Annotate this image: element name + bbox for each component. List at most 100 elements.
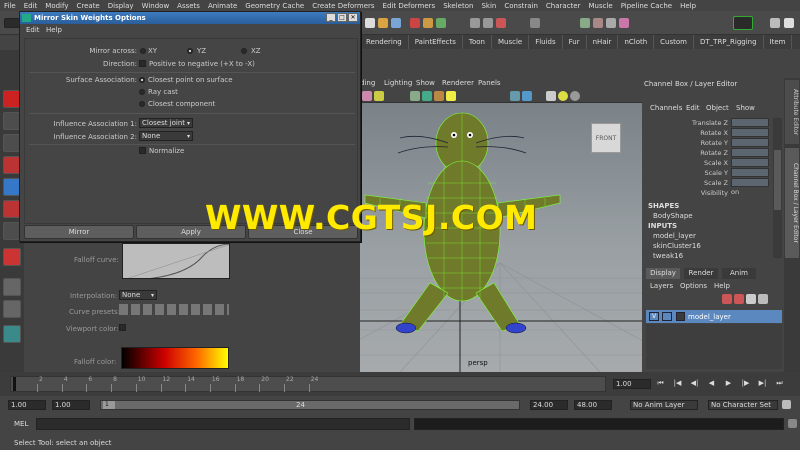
- layer-tab-anim[interactable]: Anim: [722, 268, 756, 279]
- step-back-frame-icon[interactable]: ◀|: [690, 379, 699, 388]
- time-slider[interactable]: 2 4 6 8 10 12 14 16 18 20 22 24 1.00 ⏮ |◀ ◀| ◀ ▶ |▶ ▶| ⏭: [0, 372, 800, 396]
- bookmark-icon[interactable]: [374, 91, 384, 101]
- motion-blur-icon[interactable]: [570, 91, 580, 101]
- input-node-tweak16[interactable]: tweak16: [653, 252, 683, 260]
- channel-value-field[interactable]: [731, 158, 769, 167]
- layer-tab-render[interactable]: Render: [684, 268, 718, 279]
- hypershade-icon[interactable]: [619, 18, 629, 28]
- layout-single-icon[interactable]: [3, 278, 21, 296]
- menu-item-animate[interactable]: Animate: [208, 2, 237, 10]
- layer-row[interactable]: V model_layer: [646, 310, 782, 323]
- go-to-start-icon[interactable]: ⏮: [656, 379, 665, 388]
- toggle-channelbox-icon[interactable]: [784, 18, 794, 28]
- close-window-button[interactable]: ✕: [348, 13, 358, 22]
- surface-closest-component-radio[interactable]: [139, 101, 145, 107]
- menu-item-modify[interactable]: Modify: [45, 2, 68, 10]
- mirror-xy-radio[interactable]: [140, 48, 146, 54]
- go-to-end-icon[interactable]: ⏭: [775, 379, 784, 388]
- render-settings-icon[interactable]: [606, 18, 616, 28]
- menu-item-file[interactable]: File: [4, 2, 16, 10]
- channel-row[interactable]: Visibility on: [642, 188, 772, 198]
- layer-color-swatch[interactable]: [676, 312, 685, 321]
- layer-options-icon[interactable]: [746, 294, 756, 304]
- channel-row[interactable]: Scale Y: [642, 168, 772, 178]
- menu-item-edit[interactable]: Edit: [24, 2, 38, 10]
- menu-item-create-deformers[interactable]: Create Deformers: [312, 2, 374, 10]
- channel-row[interactable]: Scale X: [642, 158, 772, 168]
- input-node-model_layer[interactable]: model_layer: [653, 232, 696, 240]
- start-time-field[interactable]: 1.00: [8, 400, 46, 410]
- channelbox-scrollbar[interactable]: [773, 118, 782, 258]
- channel-value-field[interactable]: [731, 178, 769, 187]
- shelf-tab-fur[interactable]: Fur: [563, 35, 587, 49]
- menu-item-muscle[interactable]: Muscle: [588, 2, 612, 10]
- viewport-menu-ding[interactable]: ding: [360, 79, 375, 87]
- channel-value-field[interactable]: [731, 128, 769, 137]
- select-by-object-icon[interactable]: [423, 18, 433, 28]
- layer-template-toggle[interactable]: [662, 312, 672, 321]
- channel-row[interactable]: Translate Z: [642, 118, 772, 128]
- shelf-tab-nhair[interactable]: nHair: [587, 35, 619, 49]
- layer-menu-options[interactable]: Options: [680, 282, 707, 290]
- channel-value-field[interactable]: on: [731, 188, 769, 197]
- xray-icon[interactable]: [510, 91, 520, 101]
- ipr-render-icon[interactable]: [593, 18, 603, 28]
- input-field-icon[interactable]: [733, 16, 753, 30]
- current-time-marker[interactable]: [13, 377, 16, 391]
- channelbox-layer-tab[interactable]: Channel Box / Layer Editor: [785, 148, 799, 258]
- shelf-tab-item[interactable]: Item: [764, 35, 793, 49]
- minimize-button[interactable]: _: [326, 13, 336, 22]
- viewport-color-checkbox[interactable]: [119, 324, 126, 331]
- menu-item-display[interactable]: Display: [108, 2, 134, 10]
- anim-layer-dropdown[interactable]: No Anim Layer: [630, 400, 698, 410]
- shelf-tab-rendering[interactable]: Rendering: [360, 35, 409, 49]
- layout-four-icon[interactable]: [3, 300, 21, 318]
- surface-closest-point-radio[interactable]: [139, 77, 145, 83]
- shelf-tab-muscle[interactable]: Muscle: [492, 35, 530, 49]
- textured-icon[interactable]: [434, 91, 444, 101]
- select-by-hierarchy-icon[interactable]: [410, 18, 420, 28]
- interpolation-dropdown[interactable]: None ▾: [119, 290, 157, 300]
- shelf-tab-toon[interactable]: Toon: [463, 35, 492, 49]
- toggle-sidebar-icon[interactable]: [770, 18, 780, 28]
- dialog-titlebar[interactable]: Mirror Skin Weights Options _ □ ✕: [20, 12, 360, 24]
- normalize-checkbox[interactable]: [139, 147, 146, 154]
- smooth-shade-icon[interactable]: [422, 91, 432, 101]
- new-scene-icon[interactable]: [365, 18, 375, 28]
- save-scene-icon[interactable]: [391, 18, 401, 28]
- channelbox-menu-show[interactable]: Show: [736, 104, 755, 112]
- direction-checkbox[interactable]: [139, 60, 146, 67]
- dialog-menu-edit[interactable]: Edit: [26, 26, 40, 34]
- influence-association-1-dropdown[interactable]: Closest joint ▾: [139, 118, 193, 128]
- shelf-tab-dt-trp-rigging[interactable]: DT_TRP_Rigging: [694, 35, 764, 49]
- viewport-menu-show[interactable]: Show: [416, 79, 435, 87]
- current-frame-field[interactable]: 1.00: [613, 379, 651, 389]
- camera-attr-icon[interactable]: [362, 91, 372, 101]
- falloff-color-ramp[interactable]: [121, 347, 229, 369]
- isolate-icon[interactable]: [522, 91, 532, 101]
- snap-point-icon[interactable]: [496, 18, 506, 28]
- influence-association-2-dropdown[interactable]: None ▾: [139, 131, 193, 141]
- dialog-menu-help[interactable]: Help: [46, 26, 62, 34]
- script-editor-icon[interactable]: [788, 419, 797, 428]
- layer-tab-display[interactable]: Display: [646, 268, 680, 279]
- channel-row[interactable]: Rotate X: [642, 128, 772, 138]
- select-by-component-icon[interactable]: [436, 18, 446, 28]
- layer-visibility-toggle[interactable]: V: [649, 312, 659, 321]
- menu-item-assets[interactable]: Assets: [177, 2, 200, 10]
- play-back-icon[interactable]: ◀: [707, 379, 716, 388]
- viewport-menu-panels[interactable]: Panels: [478, 79, 501, 87]
- shelf-tab-ncloth[interactable]: nCloth: [618, 35, 655, 49]
- wireframe-icon[interactable]: [410, 91, 420, 101]
- render-icon[interactable]: [580, 18, 590, 28]
- mel-label[interactable]: MEL: [14, 420, 28, 428]
- playback-start-field[interactable]: 1.00: [52, 400, 90, 410]
- end-time-field[interactable]: 48.00: [574, 400, 612, 410]
- range-handle-start[interactable]: 1: [103, 401, 115, 409]
- channel-value-field[interactable]: [731, 168, 769, 177]
- channelbox-menu-edit[interactable]: Edit: [686, 104, 700, 112]
- shelf-tab-painteffects[interactable]: PaintEffects: [409, 35, 463, 49]
- layer-menu-help[interactable]: Help: [714, 282, 730, 290]
- command-input[interactable]: [36, 418, 410, 430]
- channel-value-field[interactable]: [731, 138, 769, 147]
